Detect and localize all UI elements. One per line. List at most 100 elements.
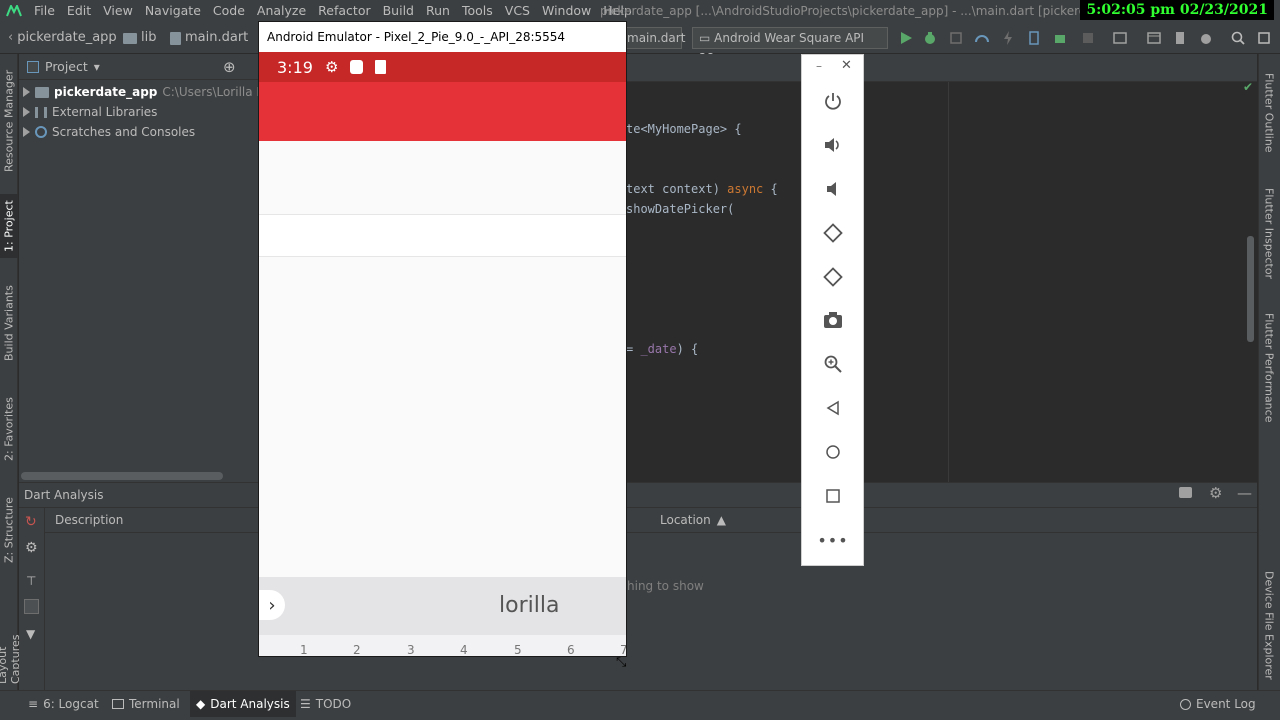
search-icon[interactable] [1230, 30, 1246, 46]
column-header-description[interactable]: Description [55, 513, 123, 527]
run-icon[interactable] [898, 30, 914, 46]
calendar-day[interactable]: 3 [407, 643, 415, 656]
hot-reload-icon[interactable] [1000, 30, 1016, 46]
horizontal-scrollbar[interactable] [21, 472, 223, 480]
minimize-window-icon[interactable]: – [816, 59, 822, 73]
camera-icon [824, 312, 842, 328]
tab-structure[interactable]: Z: Structure [0, 494, 18, 566]
volume-up-button[interactable] [802, 130, 864, 160]
apply-changes-icon[interactable] [1026, 30, 1042, 46]
breadcrumb-file[interactable]: main.dart [170, 22, 248, 54]
filter-icon[interactable]: ▼ [26, 627, 35, 641]
tab-flutter-inspector[interactable]: Flutter Inspector [1258, 184, 1280, 284]
project-panel: Project ▾ ⊕ pickerdate_app C:\Users\Lori… [19, 54, 285, 482]
tab-dart-analysis[interactable]: ◆ Dart Analysis [190, 691, 296, 717]
calendar-day[interactable]: 6 [567, 643, 575, 656]
tree-item-label: External Libraries [52, 105, 158, 119]
comment-icon[interactable] [1179, 487, 1192, 498]
more-button[interactable]: ••• [802, 525, 864, 555]
rotate-left-button[interactable] [802, 218, 864, 248]
menu-window[interactable]: Window [536, 0, 597, 22]
zoom-button[interactable] [802, 349, 864, 379]
menu-edit[interactable]: Edit [61, 0, 97, 22]
no-problems-check-icon: ✔ [1243, 80, 1254, 94]
tab-terminal[interactable]: Terminal [112, 691, 180, 717]
calendar-day[interactable]: 4 [460, 643, 468, 656]
dart-analysis-panel: Dart Analysis ⚙ — ↻ ⚙ ⊤ ▼ Description Lo… [19, 482, 1257, 691]
right-tool-stripe: Flutter Outline Flutter Inspector Flutte… [1258, 54, 1280, 690]
breadcrumb-folder[interactable]: lib [123, 22, 156, 54]
expand-arrow-icon[interactable] [23, 127, 30, 137]
menu-run[interactable]: Run [420, 0, 456, 22]
close-window-icon[interactable]: ✕ [841, 58, 852, 73]
attach-debugger-icon[interactable] [948, 30, 964, 46]
power-button[interactable] [802, 86, 864, 116]
screenshot-button[interactable] [802, 305, 864, 335]
android-icon[interactable] [1198, 30, 1214, 46]
breadcrumb-project[interactable]: ‹ pickerdate_app [8, 22, 117, 54]
tab-todo[interactable]: ☰ TODO [300, 691, 351, 717]
tab-layout-captures[interactable]: Layout Captures [0, 594, 22, 684]
menu-build[interactable]: Build [377, 0, 420, 22]
tab-terminal-label: Terminal [129, 697, 180, 711]
project-view-selector[interactable]: Project [45, 59, 88, 74]
tab-flutter-outline[interactable]: Flutter Outline [1258, 70, 1280, 156]
profile-icon[interactable] [974, 30, 990, 46]
file-selector-dropdown[interactable]: main.dart ▾ [620, 27, 686, 65]
menu-navigate[interactable]: Navigate [139, 0, 207, 22]
gear-icon[interactable]: ⚙ [1209, 484, 1222, 502]
tab-device-file-explorer[interactable]: Device File Explorer [1258, 564, 1280, 686]
vertical-scrollbar[interactable] [1247, 236, 1254, 342]
minimize-icon[interactable]: — [1237, 484, 1252, 502]
tab-logcat-label: 6: Logcat [43, 697, 99, 711]
home-button[interactable] [802, 437, 864, 467]
fullscreen-icon[interactable] [1256, 30, 1272, 46]
tab-project[interactable]: 1: Project [0, 194, 18, 258]
gear-icon[interactable]: ⚙ [25, 540, 38, 556]
menu-vcs[interactable]: VCS [499, 0, 536, 22]
rotate-right-button[interactable] [802, 262, 864, 292]
group-by-file-icon[interactable] [24, 599, 39, 614]
stop-icon[interactable] [1080, 30, 1096, 46]
menu-view[interactable]: View [97, 0, 139, 22]
tree-item-pickerdate-app[interactable]: pickerdate_app C:\Users\Lorilla Fami [23, 82, 285, 102]
layout-inspector-icon[interactable] [1146, 30, 1162, 46]
pin-icon[interactable]: ⊤ [26, 574, 36, 588]
menu-refactor[interactable]: Refactor [312, 0, 376, 22]
tab-event-log[interactable]: Event Log [1180, 691, 1256, 717]
tab-build-variants[interactable]: Build Variants [0, 280, 18, 366]
android-emulator-window[interactable]: Android Emulator - Pixel_2_Pie_9.0_-_API… [259, 22, 626, 656]
file-selector-label: main.dart [627, 31, 686, 45]
menu-code[interactable]: Code [207, 0, 251, 22]
calendar-day[interactable]: 1 [300, 643, 308, 656]
tab-resource-manager[interactable]: Resource Manager [0, 62, 18, 180]
back-button[interactable] [802, 393, 864, 423]
tree-item-scratches[interactable]: Scratches and Consoles [23, 122, 195, 142]
tree-item-external-libraries[interactable]: External Libraries [23, 102, 157, 122]
menu-analyze[interactable]: Analyze [251, 0, 312, 22]
calendar-day[interactable]: 2 [353, 643, 361, 656]
debug-icon[interactable] [922, 30, 938, 46]
column-header-location[interactable]: Location ▲ [660, 513, 726, 527]
chevron-down-icon[interactable]: ▾ [94, 60, 100, 74]
expand-arrow-icon[interactable] [23, 107, 30, 117]
expand-arrow-icon[interactable] [23, 87, 30, 97]
tab-favorites[interactable]: 2: Favorites [0, 396, 18, 462]
tab-event-log-label: Event Log [1196, 697, 1256, 711]
calendar-day[interactable]: 5 [514, 643, 522, 656]
locate-target-icon[interactable]: ⊕ [223, 58, 236, 76]
project-structure-icon[interactable] [1112, 30, 1128, 46]
chevron-right-button[interactable]: › [259, 590, 285, 620]
emulator-title-bar[interactable]: Android Emulator - Pixel_2_Pie_9.0_-_API… [259, 22, 626, 52]
menu-tools[interactable]: Tools [456, 0, 499, 22]
device-manager-icon[interactable] [1172, 30, 1188, 46]
tab-flutter-performance[interactable]: Flutter Performance [1258, 310, 1280, 426]
overview-button[interactable] [802, 481, 864, 511]
volume-down-button[interactable] [802, 174, 864, 204]
sdk-manager-icon[interactable] [1052, 30, 1068, 46]
menu-file[interactable]: File [28, 0, 61, 22]
tab-logcat[interactable]: ≡ 6: Logcat [28, 691, 99, 717]
device-selector-dropdown[interactable]: ▭ Android Wear Square API 28 ▾ [692, 27, 888, 65]
refresh-icon[interactable]: ↻ [25, 514, 37, 530]
list-item[interactable] [259, 215, 626, 256]
